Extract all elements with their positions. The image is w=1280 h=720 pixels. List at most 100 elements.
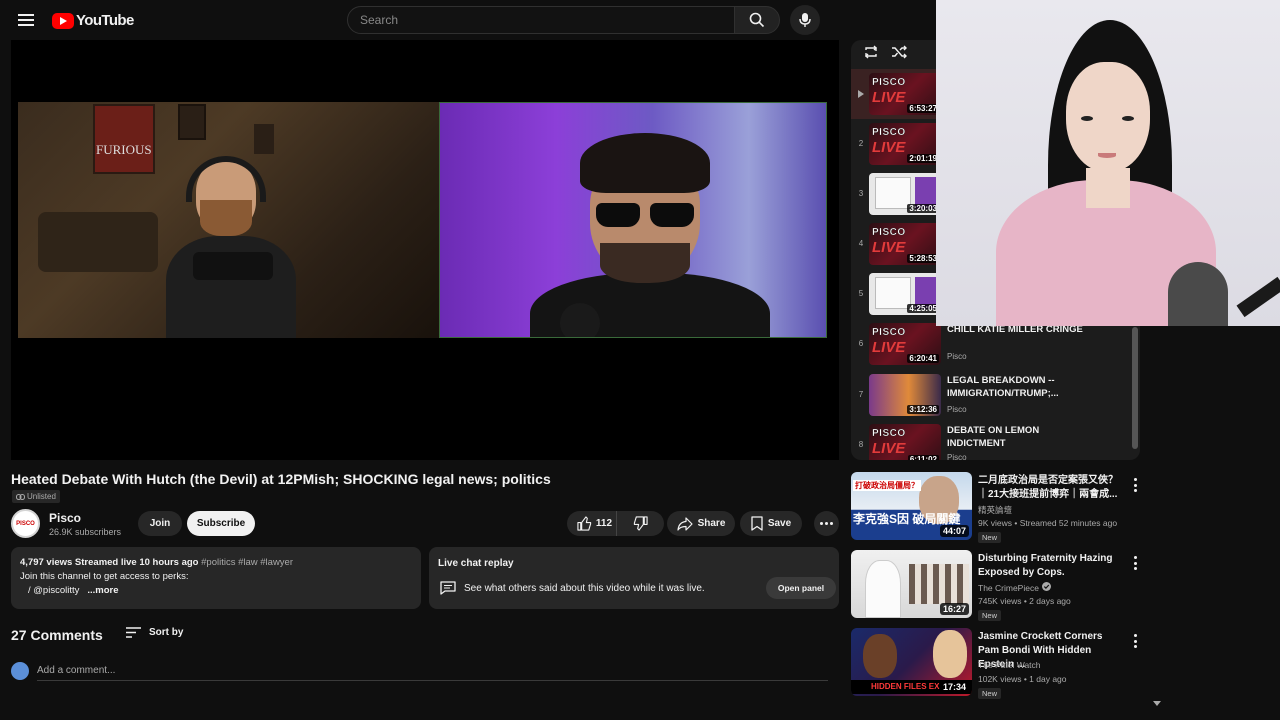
playlist-controls xyxy=(863,44,907,60)
recommended-channel[interactable]: The CrimePiece xyxy=(978,582,1051,593)
thumb-person xyxy=(933,630,967,678)
like-button[interactable]: 112 xyxy=(567,511,617,536)
video-player[interactable]: FURIOUS xyxy=(11,40,839,460)
sort-comments-button[interactable]: Sort by xyxy=(126,627,183,638)
playlist-scrollbar[interactable] xyxy=(1132,327,1138,449)
voice-search-button[interactable] xyxy=(790,5,820,35)
playlist-item[interactable]: 7 3:12:36 LEGAL BREAKDOWN -- IMMIGRATION/T… xyxy=(851,370,1140,420)
thumb-text: PISCO xyxy=(872,77,906,88)
thumb-text: PISCO xyxy=(872,428,906,439)
recommended-video[interactable]: 16:27 Disturbing Fraternity Hazing Expose… xyxy=(851,550,1140,622)
more-actions-button[interactable] xyxy=(814,511,839,536)
streamer-eye xyxy=(1122,116,1134,121)
hashtags[interactable]: #politics #law #lawyer xyxy=(201,557,293,568)
wall-poster xyxy=(93,104,155,174)
verified-icon xyxy=(1041,582,1051,593)
mic-stand xyxy=(1236,276,1280,318)
playlist-index: 7 xyxy=(858,390,864,399)
playlist-duration: 3:20:03 xyxy=(907,204,939,213)
youtube-play-icon xyxy=(52,12,74,29)
shuffle-icon[interactable] xyxy=(891,44,907,60)
playlist-thumbnail[interactable]: 3:12:36 xyxy=(869,374,941,416)
playlist-thumbnail[interactable]: 4:25:05 xyxy=(869,273,941,315)
playlist-index: 5 xyxy=(858,289,864,298)
like-count: 112 xyxy=(595,518,613,529)
save-button[interactable]: Save xyxy=(740,511,802,536)
subscribe-button[interactable]: Subscribe xyxy=(187,511,255,536)
playlist-item[interactable]: 8 PISCO LIVE 6:11:02 DEBATE ON LEMON INDICTM… xyxy=(851,420,1140,460)
thumb-text: PISCO xyxy=(872,127,906,138)
playlist-duration: 2:01:19 xyxy=(907,154,939,163)
channel-handle-link[interactable]: / @piscolitty xyxy=(28,585,79,596)
thumb-text: 打破政治局僵局？ xyxy=(853,480,921,491)
document-preview xyxy=(875,177,911,209)
playlist-index: 6 xyxy=(858,339,864,348)
search-box[interactable] xyxy=(347,6,735,34)
playlist-thumbnail[interactable]: PISCO LIVE 6:11:02 xyxy=(869,424,941,460)
scroll-down-icon[interactable] xyxy=(1153,701,1161,706)
poster-text: FURIOUS xyxy=(96,142,152,157)
thumb-text: LIVE xyxy=(872,339,906,356)
recommended-title[interactable]: 二月底政治局是否定案張又俠？｜21大接班提前博弈｜兩會成... xyxy=(978,474,1126,502)
thumb-text: LIVE xyxy=(872,139,906,156)
menu-icon[interactable] xyxy=(16,11,36,29)
more-vertical-icon[interactable] xyxy=(1130,634,1140,648)
document-preview xyxy=(875,277,911,309)
recommended-title[interactable]: Disturbing Fraternity Hazing Exposed by … xyxy=(978,552,1126,580)
share-label: Share xyxy=(697,518,726,529)
microphone-icon xyxy=(799,13,811,27)
sort-label: Sort by xyxy=(149,627,184,638)
playlist-thumbnail[interactable]: PISCO LIVE 6:53:27 xyxy=(869,73,941,115)
show-more-button[interactable]: ...more xyxy=(87,585,118,596)
description-box[interactable]: 4,797 views Streamed live 10 hours ago #… xyxy=(11,547,421,609)
recommended-video[interactable]: 打破政治局僵局？ 李克強S因 破局關鍵 44:07 二月底政治局是否定案張又俠？｜21… xyxy=(851,472,1140,544)
video-duration: 16:27 xyxy=(939,603,969,615)
playlist-item-title[interactable]: DEBATE ON LEMON INDICTMENT xyxy=(947,424,1097,450)
loop-icon[interactable] xyxy=(863,44,879,60)
thumb-text: PISCO xyxy=(872,227,906,238)
channel-name[interactable]: Pisco xyxy=(49,511,81,525)
dislike-button[interactable] xyxy=(617,511,664,536)
recommended-channel[interactable]: The Patel Watch xyxy=(978,660,1041,670)
search-button[interactable] xyxy=(734,6,780,34)
user-avatar xyxy=(11,662,29,680)
microphone xyxy=(560,303,600,337)
playlist-thumbnail[interactable]: PISCO LIVE 2:01:19 xyxy=(869,123,941,165)
chat-icon xyxy=(440,581,456,595)
playlist-index: 8 xyxy=(858,440,864,449)
thumb-text: PISCO xyxy=(872,327,906,338)
description-stats: 4,797 views Streamed live 10 hours ago #… xyxy=(20,557,412,568)
share-button[interactable]: Share xyxy=(667,511,735,536)
streamer-neck xyxy=(1086,168,1130,208)
playlist-thumbnail[interactable]: PISCO LIVE 5:28:53 xyxy=(869,223,941,265)
recommended-meta: 9K views • Streamed 52 minutes ago xyxy=(978,518,1118,528)
recommended-video[interactable]: HIDDEN FILES EX 17:34 Jasmine Crockett Cor… xyxy=(851,628,1140,700)
search-input[interactable] xyxy=(348,7,734,33)
recommended-channel[interactable]: 精英論壇 xyxy=(978,504,1012,516)
new-badge: New xyxy=(978,688,1002,699)
playlist-item[interactable]: 6 PISCO LIVE 6:20:41 CHILL KATIE MILLER CRIN… xyxy=(851,319,1140,369)
more-vertical-icon[interactable] xyxy=(1130,556,1140,570)
channel-label: The CrimePiece xyxy=(978,582,1039,593)
recommended-thumbnail[interactable]: 打破政治局僵局？ 李克強S因 破局關鍵 44:07 xyxy=(851,472,972,540)
playlist-index: 2 xyxy=(858,139,864,148)
playlist-thumbnail[interactable]: 3:20:03 xyxy=(869,173,941,215)
open-panel-button[interactable]: Open panel xyxy=(766,577,836,599)
comments-count: 27 Comments xyxy=(11,627,103,643)
thumbs-down-icon xyxy=(633,516,648,531)
search-icon xyxy=(749,12,765,28)
youtube-logo[interactable]: YouTube xyxy=(52,12,134,29)
add-comment-input[interactable]: Add a comment... xyxy=(37,665,115,676)
playlist-item-title[interactable]: LEGAL BREAKDOWN -- IMMIGRATION/TRUMP;... xyxy=(947,374,1097,400)
recommended-thumbnail[interactable]: 16:27 xyxy=(851,550,972,618)
channel-avatar[interactable]: PISCO xyxy=(11,509,40,538)
thumb-text: LIVE xyxy=(872,440,906,457)
streamer-eye xyxy=(1081,116,1093,121)
join-button[interactable]: Join xyxy=(138,511,182,536)
playlist-thumbnail[interactable]: PISCO LIVE 6:20:41 xyxy=(869,323,941,365)
playlist-duration: 3:12:36 xyxy=(907,405,939,414)
left-streamer xyxy=(166,156,296,338)
recommended-thumbnail[interactable]: HIDDEN FILES EX 17:34 xyxy=(851,628,972,696)
more-vertical-icon[interactable] xyxy=(1130,478,1140,492)
view-count-date: 4,797 views Streamed live 10 hours ago xyxy=(20,557,199,568)
